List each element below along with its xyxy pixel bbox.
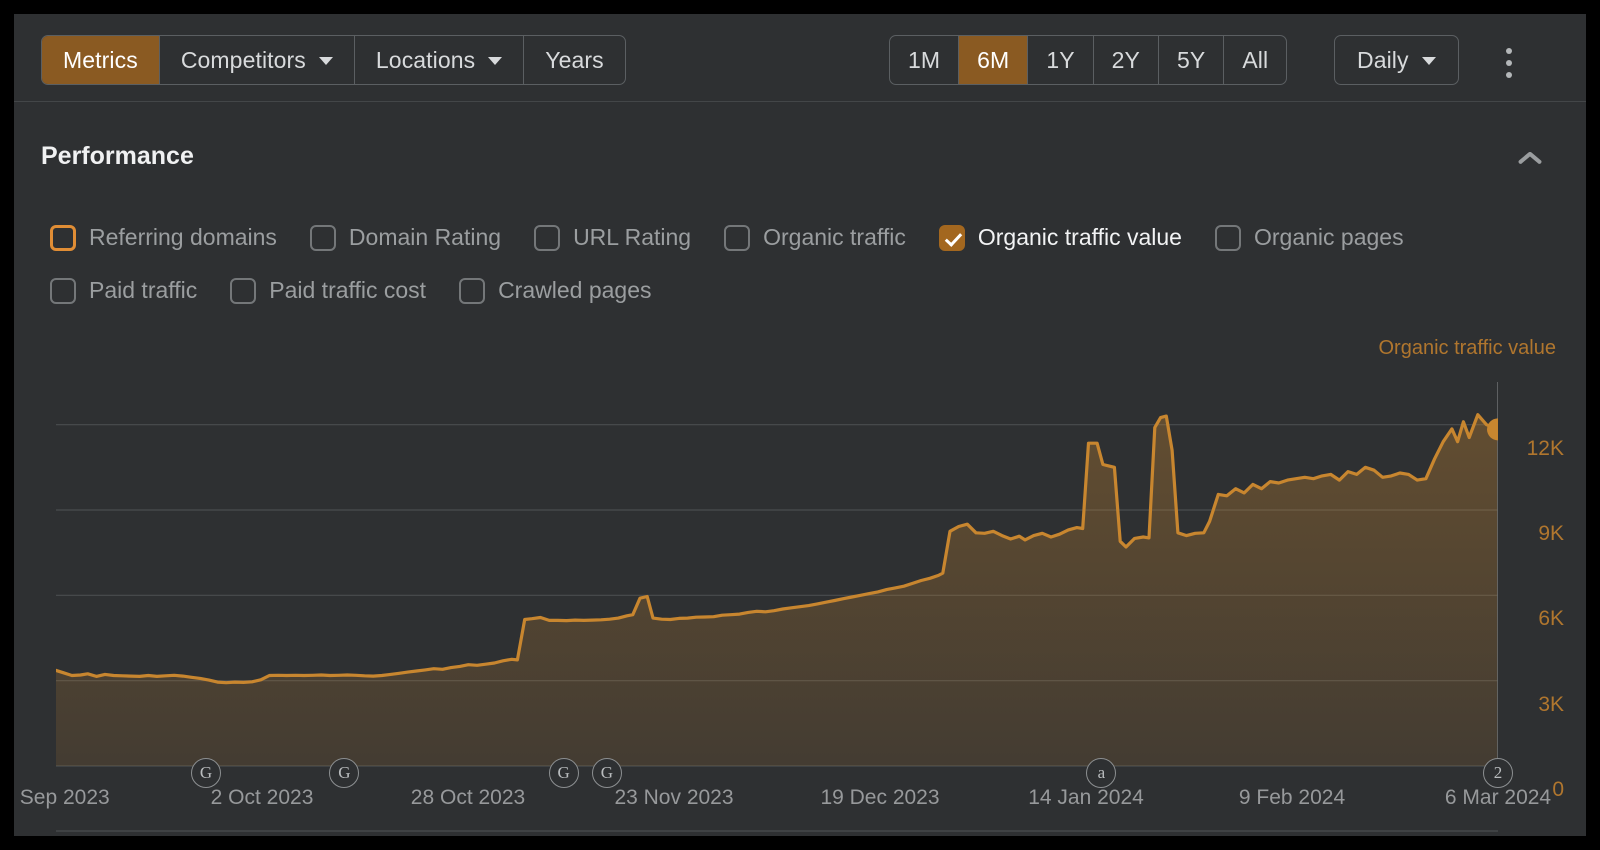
metric-label: Organic traffic	[763, 224, 906, 250]
tab-locations[interactable]: Locations	[355, 36, 525, 84]
chart-area-fill	[56, 414, 1498, 766]
tab-metrics-label: Metrics	[63, 46, 138, 73]
tab-competitors-label: Competitors	[180, 46, 306, 73]
checkbox-icon[interactable]	[938, 224, 965, 251]
metric-toggle-referring-domains[interactable]: Referring domains	[50, 224, 277, 251]
tab-years[interactable]: Years	[524, 36, 624, 84]
range-5y[interactable]: 5Y	[1159, 36, 1225, 84]
x-axis-tick-label: 9 Feb 2024	[1238, 786, 1346, 809]
tab-metrics[interactable]: Metrics	[42, 36, 160, 84]
checkbox-icon[interactable]	[50, 277, 76, 304]
chart-plot-area[interactable]	[54, 382, 1509, 832]
event-marker-2[interactable]: 2	[1483, 758, 1513, 788]
x-axis-tick-label: 6 Sep 2023	[14, 786, 110, 809]
chevron-down-icon	[318, 57, 333, 65]
metric-checkbox-row: Paid traffic Paid traffic cost Crawled pag…	[50, 277, 684, 304]
chart-svg	[54, 382, 1509, 832]
x-axis-tick-label: 19 Dec 2023	[820, 786, 940, 809]
x-axis-tick-label: 28 Oct 2023	[410, 786, 526, 809]
kebab-dot	[1506, 60, 1512, 66]
x-axis-labels: 6 Sep 2023 2 Oct 2023 28 Oct 2023 23 Nov 20…	[14, 786, 1586, 826]
metric-label: Crawled pages	[498, 277, 652, 303]
metric-checkbox-row: Referring domains Domain Rating URL Rating…	[50, 224, 1437, 251]
metric-label: Paid traffic cost	[269, 277, 427, 303]
checkbox-icon[interactable]	[534, 224, 561, 251]
y-axis-tick-label: 6K	[1538, 607, 1564, 631]
checkbox-icon[interactable]	[1214, 224, 1241, 251]
dimension-tab-group: Metrics Competitors Locations Years	[41, 35, 626, 85]
time-range-group: 1M 6M 1Y 2Y 5Y All	[889, 35, 1288, 85]
performance-chart: Organic traffic value 03K6K9K12K 6 Sep 2…	[14, 324, 1586, 836]
y-axis-tick-label: 12K	[1526, 436, 1564, 460]
checkbox-icon[interactable]	[724, 224, 751, 251]
metric-label: Organic traffic value	[977, 224, 1182, 250]
ahrefs-performance-panel: Metrics Competitors Locations Years 1M 6…	[14, 14, 1586, 836]
chart-toolbar: Metrics Competitors Locations Years 1M 6…	[14, 14, 1586, 102]
chevron-down-icon	[1421, 57, 1436, 65]
chevron-down-icon	[488, 57, 503, 65]
x-axis-tick-label: 2 Oct 2023	[210, 786, 314, 809]
range-5y-label: 5Y	[1177, 46, 1206, 73]
metric-toggle-organic-pages[interactable]: Organic pages	[1214, 224, 1404, 251]
page-title: Performance	[41, 142, 194, 170]
range-2y-label: 2Y	[1111, 46, 1140, 73]
metric-label: Organic pages	[1253, 224, 1404, 250]
checkbox-icon[interactable]	[309, 224, 336, 251]
metric-toggle-url-rating[interactable]: URL Rating	[534, 224, 691, 251]
metric-toggle-organic-traffic[interactable]: Organic traffic	[724, 224, 906, 251]
kebab-dot	[1506, 48, 1512, 54]
frequency-label: Daily	[1357, 46, 1409, 73]
performance-header: Performance	[41, 139, 1559, 183]
range-1m[interactable]: 1M	[890, 36, 960, 84]
range-1y[interactable]: 1Y	[1028, 36, 1094, 84]
metric-toggle-domain-rating[interactable]: Domain Rating	[309, 224, 502, 251]
range-1y-label: 1Y	[1046, 46, 1075, 73]
frequency-select[interactable]: Daily	[1334, 35, 1459, 85]
range-all[interactable]: All	[1224, 36, 1286, 84]
range-all-label: All	[1242, 46, 1269, 73]
metric-toggle-crawled-pages[interactable]: Crawled pages	[459, 277, 651, 304]
range-2y[interactable]: 2Y	[1094, 36, 1159, 84]
x-axis-tick-label: 23 Nov 2023	[614, 786, 734, 809]
y-axis-tick-label: 9K	[1538, 522, 1564, 545]
metric-toggle-paid-traffic-cost[interactable]: Paid traffic cost	[230, 277, 426, 304]
tab-competitors[interactable]: Competitors	[160, 36, 355, 84]
x-axis-tick-label: 6 Mar 2024	[1444, 786, 1552, 809]
x-axis-tick-label: 14 Jan 2024	[1028, 786, 1144, 809]
metric-label: Paid traffic	[89, 277, 198, 303]
event-marker-g[interactable]: G	[591, 758, 622, 788]
metric-toggle-paid-traffic[interactable]: Paid traffic	[50, 277, 197, 304]
event-marker-g[interactable]: G	[190, 758, 221, 788]
y-axis-tick-label: 3K	[1538, 692, 1564, 716]
metric-toggle-organic-traffic-value[interactable]: Organic traffic value	[938, 224, 1182, 251]
chevron-up-icon[interactable]	[1517, 149, 1543, 165]
event-marker-g[interactable]: G	[548, 758, 579, 788]
range-1m-label: 1M	[908, 46, 941, 73]
checkbox-icon[interactable]	[459, 277, 486, 304]
kebab-dot	[1506, 72, 1512, 78]
overflow-menu-icon[interactable]	[1495, 45, 1523, 81]
tab-locations-label: Locations	[375, 46, 476, 73]
series-label: Organic traffic value	[1378, 337, 1557, 359]
metric-label: Referring domains	[89, 224, 277, 250]
metric-label: URL Rating	[573, 224, 692, 250]
tab-years-label: Years	[545, 46, 604, 73]
checkbox-icon[interactable]	[230, 277, 257, 304]
range-6m-label: 6M	[977, 46, 1010, 73]
metric-label: Domain Rating	[348, 224, 502, 250]
checkbox-icon[interactable]	[50, 224, 76, 251]
frequency-select-inner[interactable]: Daily	[1335, 36, 1458, 84]
range-6m[interactable]: 6M	[959, 36, 1029, 84]
